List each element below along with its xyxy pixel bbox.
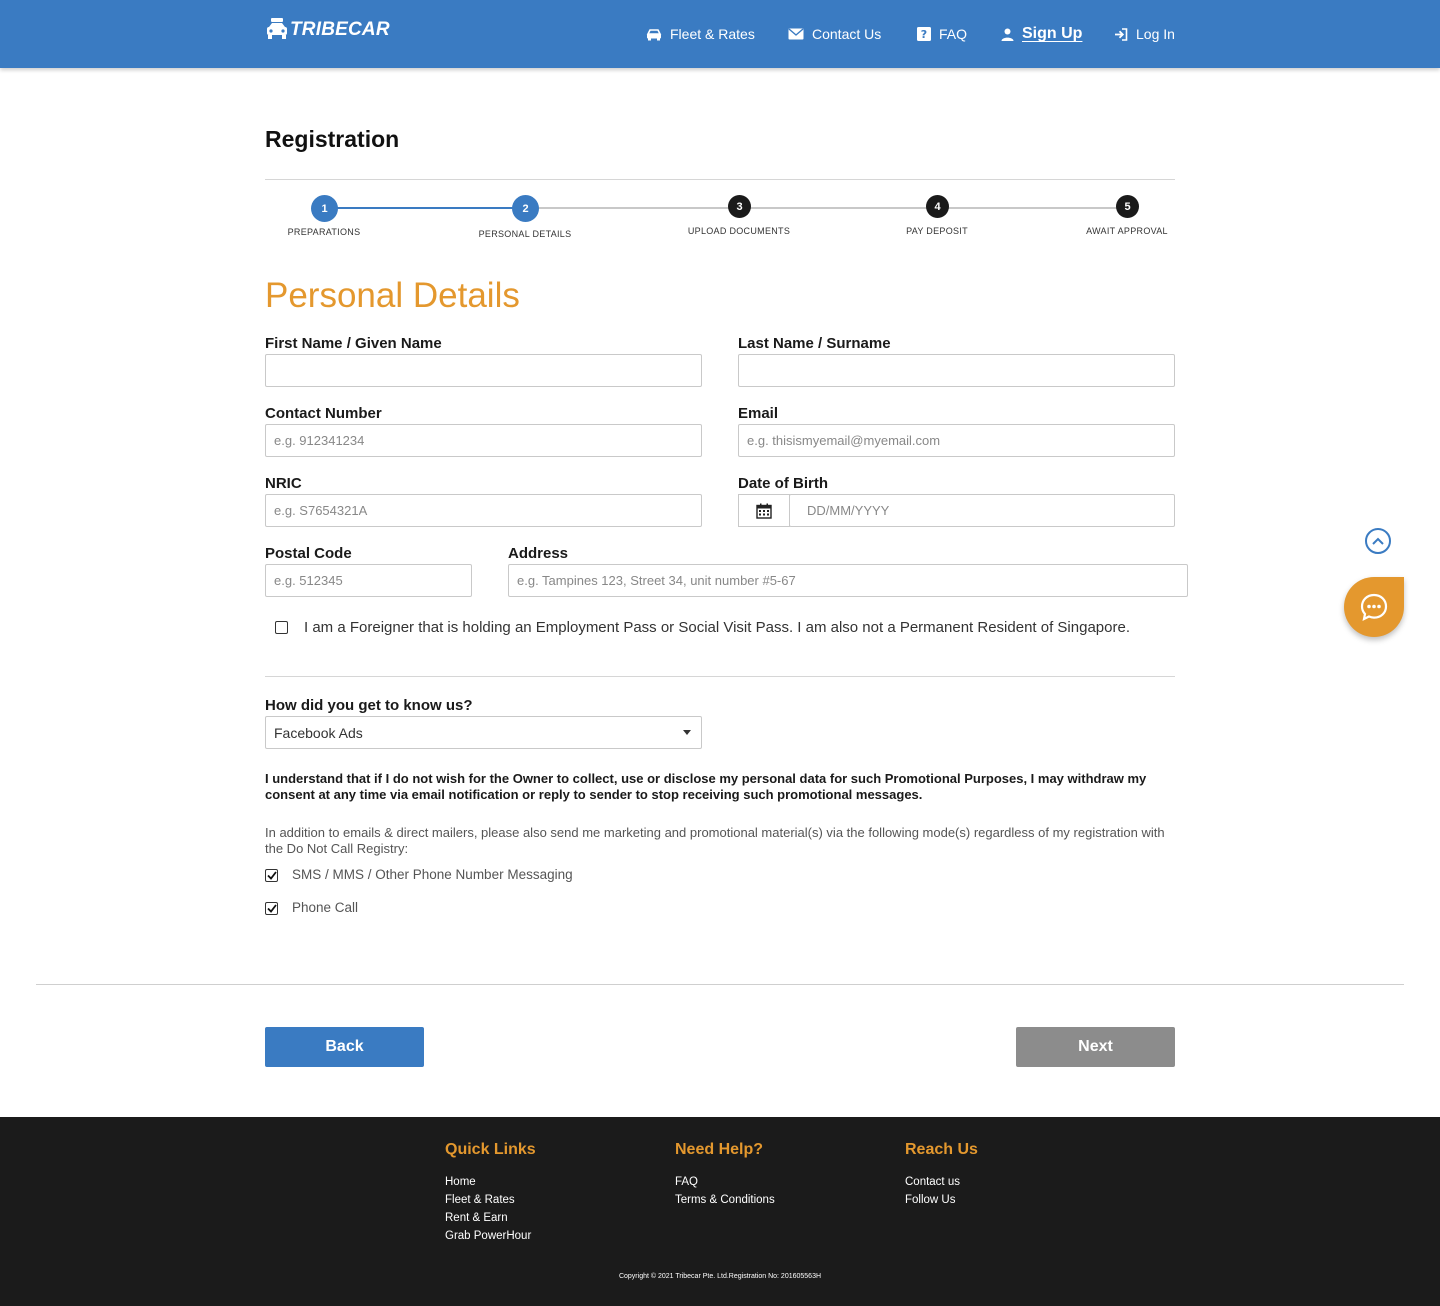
step-5-circle: 5 — [1116, 195, 1139, 218]
envelope-icon — [788, 28, 804, 40]
divider — [36, 984, 1404, 985]
contact-number-input[interactable] — [265, 424, 702, 457]
referral-selected-value: Facebook Ads — [274, 724, 363, 741]
phone-call-checkbox[interactable] — [265, 902, 278, 915]
caret-down-icon — [683, 730, 691, 735]
email-label: Email — [738, 405, 779, 422]
footer-quick-links: Quick Links Home Fleet & Rates Rent & Ea… — [445, 1141, 536, 1245]
address-input[interactable] — [508, 564, 1188, 597]
chevron-up-icon — [1372, 537, 1384, 545]
contact-number-label: Contact Number — [265, 405, 382, 422]
sms-option-label: SMS / MMS / Other Phone Number Messaging — [292, 867, 573, 882]
section-title: Personal Details — [265, 276, 520, 315]
nav-label: Contact Us — [812, 26, 882, 42]
copyright-text: Copyright © 2021 Tribecar Pte. Ltd.Regis… — [618, 1273, 822, 1280]
tribecar-logo[interactable]: TRIBECAR — [266, 15, 390, 45]
divider — [265, 676, 1175, 677]
footer-reach-us: Reach Us Contact us Follow Us — [905, 1141, 978, 1209]
footer-link-grab-powerhour[interactable]: Grab PowerHour — [445, 1227, 536, 1245]
checkmark-icon — [266, 871, 277, 880]
sms-checkbox[interactable] — [265, 869, 278, 882]
step-4-label: PAY DEPOSIT — [906, 226, 968, 236]
referral-label: How did you get to know us? — [265, 697, 473, 714]
postal-code-input[interactable] — [265, 564, 472, 597]
last-name-input[interactable] — [738, 354, 1175, 387]
nav-sign-up[interactable]: Sign Up — [1001, 24, 1082, 44]
nav-label: Fleet & Rates — [670, 26, 755, 42]
phone-call-option-label: Phone Call — [292, 900, 359, 915]
divider — [265, 179, 1175, 180]
foreigner-checkbox-label: I am a Foreigner that is holding an Empl… — [304, 619, 1130, 636]
step-2-circle: 2 — [512, 195, 539, 222]
step-4-circle: 4 — [926, 195, 949, 218]
address-label: Address — [508, 545, 569, 562]
date-picker-button[interactable] — [738, 494, 790, 527]
question-icon: ? — [917, 27, 931, 41]
footer-heading: Quick Links — [445, 1141, 536, 1158]
chat-widget-button[interactable] — [1344, 577, 1404, 637]
nav-contact-us[interactable]: Contact Us — [788, 24, 881, 44]
referral-select[interactable]: Facebook Ads — [265, 716, 702, 749]
checkmark-icon — [266, 904, 277, 913]
page-title: Registration — [265, 126, 400, 152]
footer-link-contact-us[interactable]: Contact us — [905, 1173, 978, 1191]
footer-link-follow-us[interactable]: Follow Us — [905, 1191, 978, 1209]
calendar-icon — [756, 503, 772, 519]
marketing-consent-intro: In addition to emails & direct mailers, … — [265, 825, 1165, 856]
footer-heading: Need Help? — [675, 1141, 764, 1158]
date-of-birth-label: Date of Birth — [738, 475, 828, 492]
login-icon — [1115, 27, 1128, 41]
postal-code-label: Postal Code — [265, 545, 352, 562]
nric-label: NRIC — [265, 475, 302, 492]
step-2-label: PERSONAL DETAILS — [478, 229, 572, 239]
first-name-label: First Name / Given Name — [265, 335, 442, 352]
nav-faq[interactable]: ? FAQ — [917, 24, 967, 44]
footer-link-terms[interactable]: Terms & Conditions — [675, 1191, 775, 1209]
stepper-remaining-line — [525, 207, 1127, 209]
next-button[interactable]: Next — [1016, 1027, 1175, 1067]
footer-need-help: Need Help? FAQ Terms & Conditions — [675, 1141, 775, 1209]
step-1-label: PREPARATIONS — [287, 227, 361, 237]
back-button[interactable]: Back — [265, 1027, 424, 1067]
footer-heading: Reach Us — [905, 1141, 978, 1158]
car-logo-icon — [267, 18, 287, 39]
chat-icon — [1360, 593, 1388, 621]
foreigner-checkbox[interactable] — [275, 621, 288, 634]
stepper-progress-line — [324, 207, 525, 209]
car-icon — [646, 28, 662, 40]
footer-link-faq[interactable]: FAQ — [675, 1173, 775, 1191]
top-navbar: TRIBECAR Fleet & Rates Contact Us ? FAQ … — [0, 0, 1440, 68]
footer-link-fleet-rates[interactable]: Fleet & Rates — [445, 1191, 536, 1209]
footer-link-home[interactable]: Home — [445, 1173, 536, 1191]
scroll-to-top-button[interactable] — [1365, 528, 1391, 554]
nav-log-in[interactable]: Log In — [1114, 24, 1175, 44]
nric-input[interactable] — [265, 494, 702, 527]
nav-label: Log In — [1136, 26, 1175, 42]
user-icon — [1001, 28, 1014, 41]
step-1-circle: 1 — [311, 195, 338, 222]
step-3-circle: 3 — [728, 195, 751, 218]
nav-label: Sign Up — [1022, 25, 1083, 42]
step-3-label: UPLOAD DOCUMENTS — [687, 226, 791, 236]
nav-label: FAQ — [939, 26, 968, 42]
nav-fleet-rates[interactable]: Fleet & Rates — [646, 24, 755, 44]
logo-wordmark: TRIBECAR — [290, 19, 390, 40]
site-footer: Quick Links Home Fleet & Rates Rent & Ea… — [0, 1117, 1440, 1306]
footer-link-rent-earn[interactable]: Rent & Earn — [445, 1209, 536, 1227]
email-input[interactable] — [738, 424, 1175, 457]
date-of-birth-input[interactable] — [789, 494, 1175, 527]
last-name-label: Last Name / Surname — [738, 335, 891, 352]
svg-text:?: ? — [921, 28, 927, 41]
step-5-label: AWAIT APPROVAL — [1086, 226, 1168, 236]
first-name-input[interactable] — [265, 354, 702, 387]
consent-statement: I understand that if I do not wish for t… — [265, 771, 1147, 802]
